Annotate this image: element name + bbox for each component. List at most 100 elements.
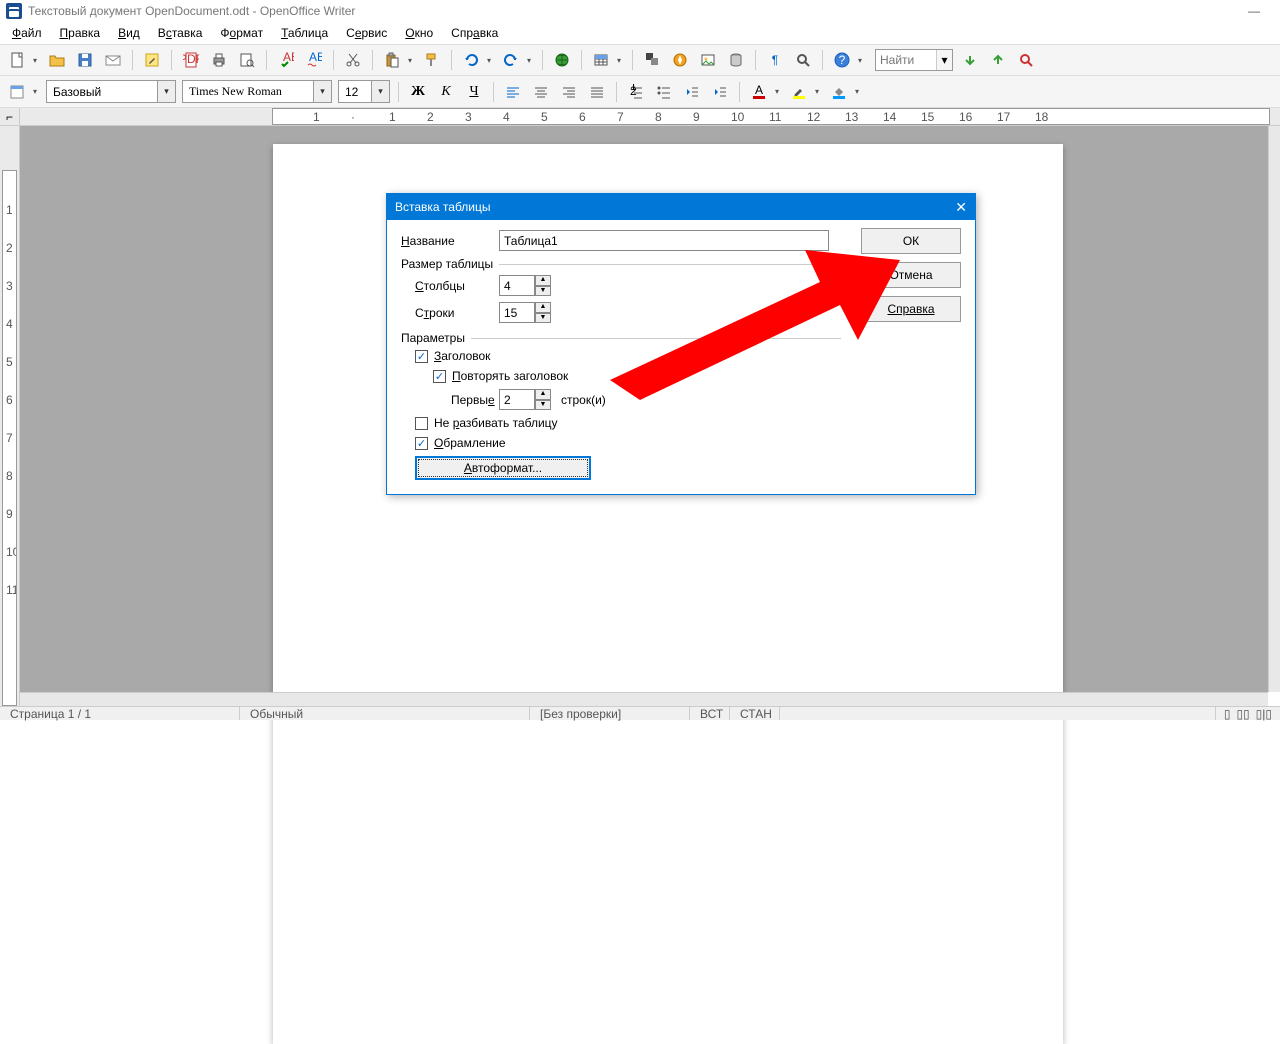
cols-spinner[interactable]: ▲▼ <box>499 275 551 296</box>
status-style[interactable]: Обычный <box>240 707 530 720</box>
italic-icon[interactable]: К <box>435 81 457 103</box>
name-input[interactable] <box>499 230 829 251</box>
status-lang[interactable]: [Без проверки] <box>530 707 690 720</box>
search-input[interactable] <box>876 50 936 70</box>
new-dropdown-icon[interactable]: ▾ <box>30 56 40 65</box>
search-dropdown-icon[interactable]: ▾ <box>936 50 952 70</box>
nosplit-checkbox[interactable]: Не разбивать таблицу <box>401 416 841 430</box>
paste-dropdown-icon[interactable]: ▾ <box>405 56 415 65</box>
minimize-button[interactable]: — <box>1234 4 1274 18</box>
redo-dropdown-icon[interactable]: ▾ <box>524 56 534 65</box>
highlight-icon[interactable] <box>788 81 810 103</box>
first-input[interactable] <box>499 389 535 410</box>
cols-down-icon[interactable]: ▼ <box>535 286 551 297</box>
help-button[interactable]: Справка <box>861 296 961 322</box>
menu-help[interactable]: Справка <box>443 24 506 42</box>
number-list-icon[interactable]: 12 <box>625 81 647 103</box>
undo-icon[interactable] <box>460 49 482 71</box>
font-size-input[interactable] <box>339 81 371 102</box>
new-icon[interactable] <box>6 49 28 71</box>
horizontal-scrollbar[interactable] <box>20 692 1268 706</box>
ok-button[interactable]: ОК <box>861 228 961 254</box>
font-color-icon[interactable]: A <box>748 81 770 103</box>
search-box[interactable]: ▾ <box>875 49 953 71</box>
repeat-checkbox[interactable]: ✓Повторять заголовок <box>401 369 841 383</box>
status-page[interactable]: Страница 1 / 1 <box>0 707 240 720</box>
gallery-icon[interactable] <box>697 49 719 71</box>
cols-up-icon[interactable]: ▲ <box>535 275 551 286</box>
align-justify-icon[interactable] <box>586 81 608 103</box>
rows-down-icon[interactable]: ▼ <box>535 313 551 324</box>
menu-window[interactable]: Окно <box>397 24 441 42</box>
autoformat-button[interactable]: Автоформат... <box>415 456 591 480</box>
font-name-combo[interactable]: ▾ <box>182 80 332 103</box>
align-center-icon[interactable] <box>530 81 552 103</box>
search-all-icon[interactable] <box>1015 49 1037 71</box>
save-icon[interactable] <box>74 49 96 71</box>
indent-dec-icon[interactable] <box>681 81 703 103</box>
bold-icon[interactable]: Ж <box>407 81 429 103</box>
cancel-button[interactable]: Отмена <box>861 262 961 288</box>
font-name-input[interactable] <box>183 81 313 102</box>
datasource-icon[interactable] <box>725 49 747 71</box>
menu-format[interactable]: Формат <box>212 24 271 42</box>
underline-icon[interactable]: Ч <box>463 81 485 103</box>
hyperlink-icon[interactable] <box>551 49 573 71</box>
help-dropdown-icon[interactable]: ▾ <box>855 56 865 65</box>
paragraph-style-dd-icon[interactable]: ▾ <box>157 81 175 102</box>
bgcolor-icon[interactable] <box>828 81 850 103</box>
bgcolor-dd-icon[interactable]: ▾ <box>852 87 862 96</box>
menu-table[interactable]: Таблица <box>273 24 336 42</box>
cut-icon[interactable] <box>342 49 364 71</box>
edit-doc-icon[interactable] <box>141 49 163 71</box>
autospell-icon[interactable]: ABC <box>303 49 325 71</box>
email-icon[interactable] <box>102 49 124 71</box>
rows-up-icon[interactable]: ▲ <box>535 302 551 313</box>
dialog-titlebar[interactable]: Вставка таблицы ✕ <box>387 194 975 220</box>
bullet-list-icon[interactable] <box>653 81 675 103</box>
navigator-icon[interactable] <box>669 49 691 71</box>
close-icon[interactable]: ✕ <box>955 199 967 216</box>
paragraph-style-combo[interactable]: ▾ <box>46 80 176 103</box>
view-single-icon[interactable]: ▯ <box>1224 707 1231 721</box>
menu-tools[interactable]: Сервис <box>338 24 395 42</box>
print-icon[interactable] <box>208 49 230 71</box>
spellcheck-icon[interactable]: AB <box>275 49 297 71</box>
border-checkbox[interactable]: ✓Обрамление <box>401 436 841 450</box>
table-icon[interactable] <box>590 49 612 71</box>
align-left-icon[interactable] <box>502 81 524 103</box>
table-dropdown-icon[interactable]: ▾ <box>614 56 624 65</box>
highlight-dd-icon[interactable]: ▾ <box>812 87 822 96</box>
indent-inc-icon[interactable] <box>709 81 731 103</box>
preview-icon[interactable] <box>236 49 258 71</box>
styles-dropdown-icon[interactable]: ▾ <box>30 87 40 96</box>
first-spinner[interactable]: ▲▼ <box>499 389 551 410</box>
help-icon[interactable]: ? <box>831 49 853 71</box>
find-icon[interactable] <box>641 49 663 71</box>
vertical-scrollbar[interactable] <box>1268 126 1280 692</box>
redo-icon[interactable] <box>500 49 522 71</box>
rows-spinner[interactable]: ▲▼ <box>499 302 551 323</box>
font-name-dd-icon[interactable]: ▾ <box>313 81 331 102</box>
paste-icon[interactable] <box>381 49 403 71</box>
format-paint-icon[interactable] <box>421 49 443 71</box>
font-size-combo[interactable]: ▾ <box>338 80 390 103</box>
first-up-icon[interactable]: ▲ <box>535 389 551 400</box>
horizontal-ruler[interactable]: 1·123456789101112131415161718 <box>20 108 1280 125</box>
font-color-dd-icon[interactable]: ▾ <box>772 87 782 96</box>
undo-dropdown-icon[interactable]: ▾ <box>484 56 494 65</box>
paragraph-style-input[interactable] <box>47 81 157 102</box>
status-std[interactable]: СТАН <box>730 707 780 720</box>
nonprint-icon[interactable]: ¶ <box>764 49 786 71</box>
menu-file[interactable]: Файл <box>4 24 50 42</box>
header-checkbox[interactable]: ✓Заголовок <box>401 349 841 363</box>
rows-input[interactable] <box>499 302 535 323</box>
search-next-icon[interactable] <box>987 49 1009 71</box>
menu-view[interactable]: Вид <box>110 24 148 42</box>
menu-edit[interactable]: Правка <box>52 24 109 42</box>
align-right-icon[interactable] <box>558 81 580 103</box>
menu-insert[interactable]: Вставка <box>150 24 211 42</box>
zoom-icon[interactable] <box>792 49 814 71</box>
view-multi-icon[interactable]: ▯▯ <box>1236 707 1249 721</box>
vertical-ruler[interactable]: 1234567891011 <box>0 126 20 706</box>
